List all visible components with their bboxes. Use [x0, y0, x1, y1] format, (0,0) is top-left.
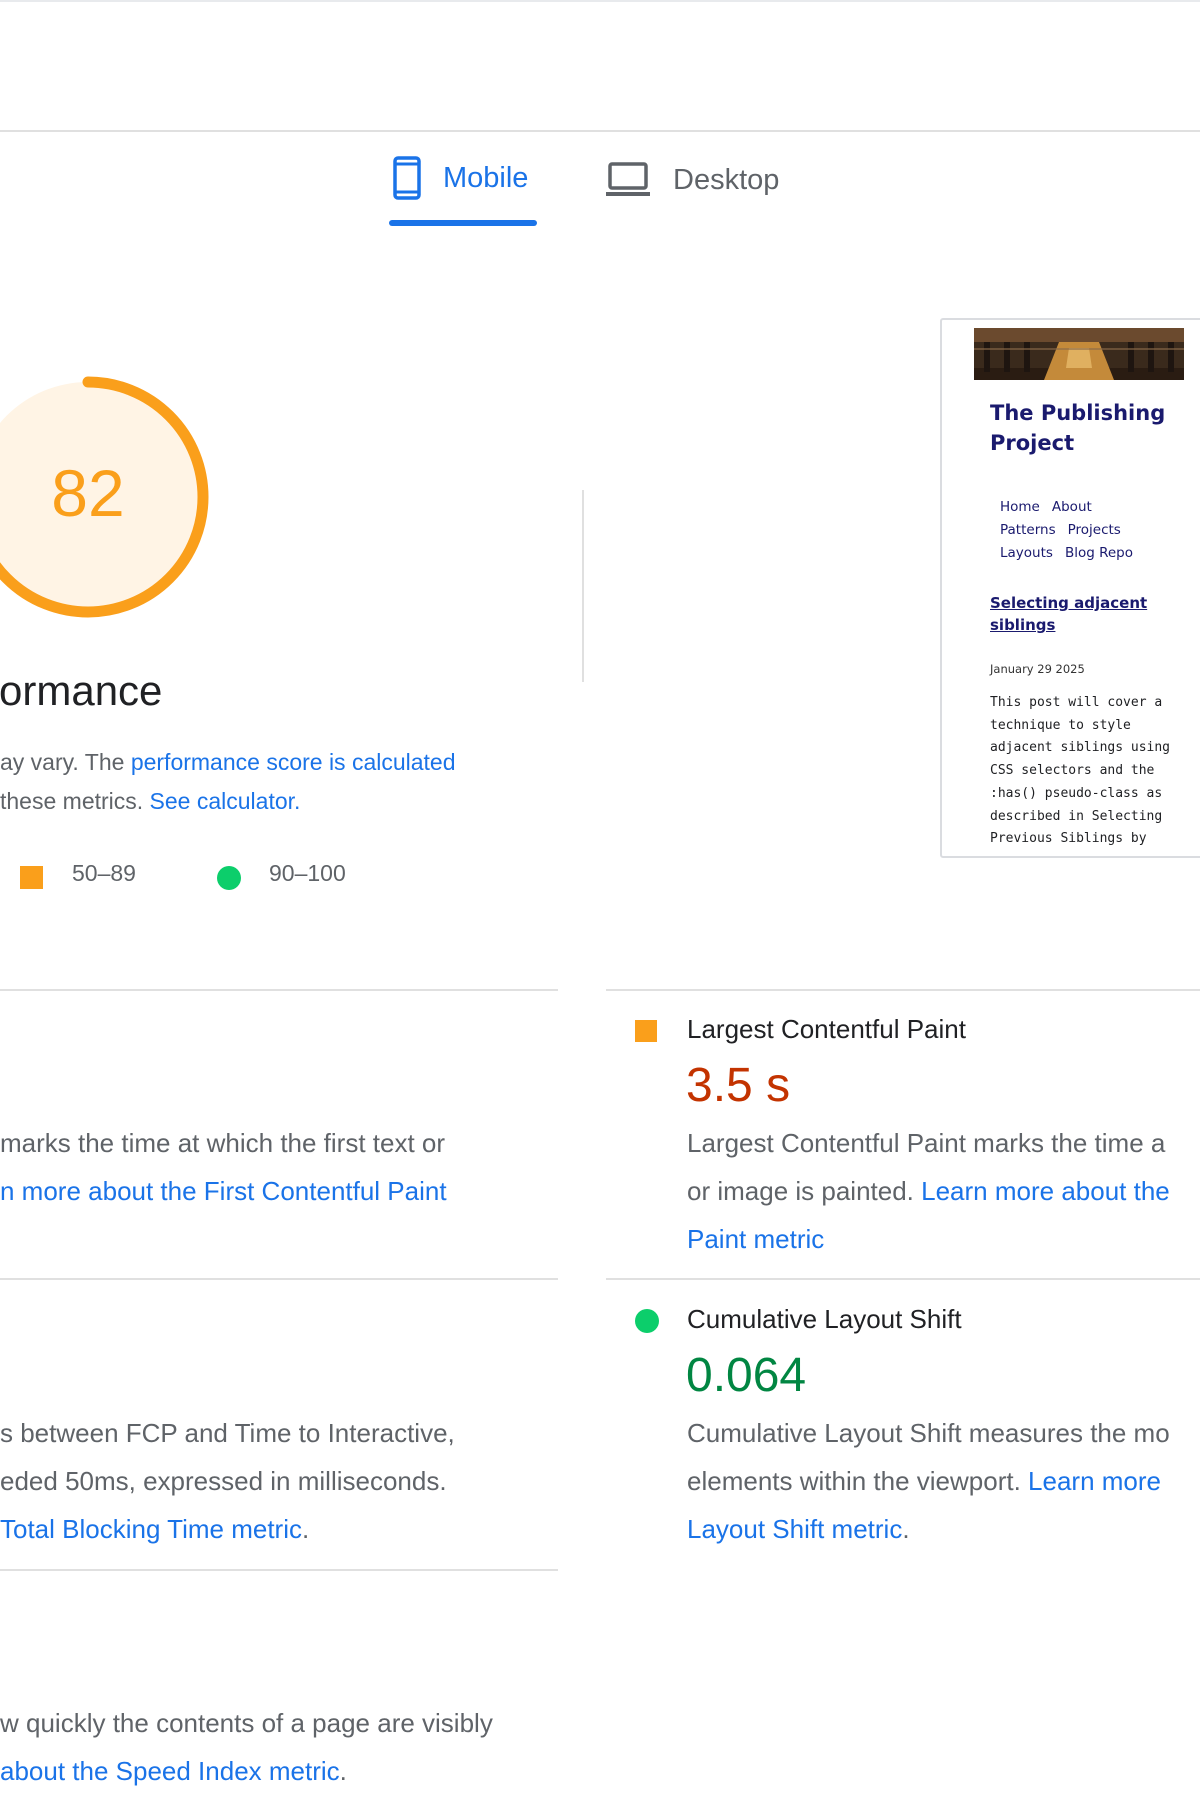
cls-good-icon: [635, 1309, 659, 1333]
average-range-icon: [20, 866, 43, 889]
active-tab-indicator: [389, 220, 537, 226]
performance-score-value: 82: [51, 456, 125, 530]
lcp-label: Largest Contentful Paint: [687, 1014, 966, 1044]
thumbnail-post-excerpt: This post will cover a technique to styl…: [990, 695, 1171, 847]
thumbnail-post-date: January 29 2025: [990, 662, 1085, 676]
tab-desktop-label: Desktop: [673, 163, 780, 196]
thumbnail-nav-item: Blog Repo: [1064, 545, 1133, 561]
library-banner-image: [974, 328, 1184, 380]
header-divider: [0, 130, 1200, 132]
lcp-description-text-2: or image is painted.: [687, 1176, 922, 1206]
tbt-description-text-1: s between FCP and Time to Interactive,: [0, 1418, 455, 1448]
tbt-period: .: [301, 1514, 310, 1544]
score-description-text: ay vary. The: [0, 749, 131, 775]
si-description-text: w quickly the contents of a page are vis…: [0, 1708, 493, 1738]
tbt-learn-more-link[interactable]: Total Blocking Time metric: [0, 1514, 302, 1544]
si-learn-more-link[interactable]: about the Speed Index metric: [0, 1756, 340, 1786]
see-calculator-link[interactable]: See calculator.: [150, 788, 301, 814]
top-border: [0, 0, 1200, 2]
cls-description: Cumulative Layout Shift measures the mo …: [687, 1409, 1170, 1553]
si-period: .: [339, 1756, 347, 1786]
tab-mobile-label: Mobile: [443, 161, 529, 194]
metrics-divider-left-3: [0, 1569, 558, 1571]
thumbnail-nav: Home About Patterns Projects Layouts Blog R…: [1000, 496, 1145, 565]
tbt-description-text-2: eded 50ms, expressed in milliseconds.: [0, 1466, 447, 1496]
tab-mobile[interactable]: Mobile: [393, 156, 528, 200]
lcp-learn-more-link[interactable]: Learn more about the: [921, 1176, 1170, 1206]
mobile-phone-icon: [393, 156, 421, 200]
fcp-description: marks the time at which the first text o…: [0, 1119, 447, 1215]
average-range-label: 50–89: [72, 860, 136, 886]
tab-desktop[interactable]: Desktop: [605, 162, 779, 198]
thumbnail-nav-item: Home: [1000, 499, 1040, 515]
vertical-divider: [582, 490, 584, 682]
laptop-icon: [605, 162, 651, 198]
tbt-description: s between FCP and Time to Interactive, e…: [0, 1409, 455, 1553]
lcp-value: 3.5 s: [686, 1059, 791, 1112]
thumbnail-nav-item: Patterns: [1000, 522, 1056, 538]
thumbnail-nav-item: Projects: [1067, 522, 1121, 538]
metrics-divider-right-2: [606, 1278, 1200, 1280]
cls-description-text: Cumulative Layout Shift measures the mo: [687, 1418, 1170, 1448]
metrics-divider-left-2: [0, 1278, 558, 1280]
performance-title: erformance: [0, 667, 163, 714]
si-description: w quickly the contents of a page are vis…: [0, 1699, 493, 1795]
fcp-description-text: marks the time at which the first text o…: [0, 1128, 446, 1158]
thumbnail-site-title: The Publishing Project: [990, 401, 1166, 455]
good-range-icon: [217, 866, 241, 890]
metrics-divider-right-1: [606, 989, 1200, 991]
thumbnail-nav-item: About: [1051, 499, 1092, 515]
thumbnail-nav-item: Layouts: [1000, 545, 1053, 561]
cls-value: 0.064: [686, 1349, 807, 1402]
score-description-line-2: these metrics. See calculator.: [0, 781, 300, 821]
cls-learn-more-link[interactable]: Learn more: [1028, 1466, 1161, 1496]
score-description-text-2: these metrics.: [0, 788, 150, 814]
good-range-label: 90–100: [269, 860, 346, 886]
lcp-description: Largest Contentful Paint marks the time …: [687, 1119, 1170, 1263]
lcp-description-text: Largest Contentful Paint marks the time …: [687, 1128, 1166, 1158]
page-screenshot-thumbnail: The Publishing Project Home About Pattern…: [940, 318, 1200, 858]
cls-label: Cumulative Layout Shift: [687, 1304, 962, 1334]
cls-metric-link[interactable]: Layout Shift metric: [687, 1514, 902, 1544]
score-description-line-1: ay vary. The performance score is calcul…: [0, 742, 456, 782]
score-calculation-link[interactable]: performance score is calculated: [131, 749, 456, 775]
lcp-metric-link[interactable]: Paint metric: [687, 1215, 1170, 1263]
lcp-average-icon: [635, 1020, 657, 1042]
cls-period: .: [902, 1514, 910, 1544]
thumbnail-post-title: Selecting adjacent siblings: [990, 594, 1148, 634]
fcp-learn-more-link[interactable]: n more about the First Contentful Paint: [0, 1167, 447, 1215]
metrics-divider-left-1: [0, 989, 558, 991]
cls-description-text-2: elements within the viewport.: [687, 1466, 1029, 1496]
